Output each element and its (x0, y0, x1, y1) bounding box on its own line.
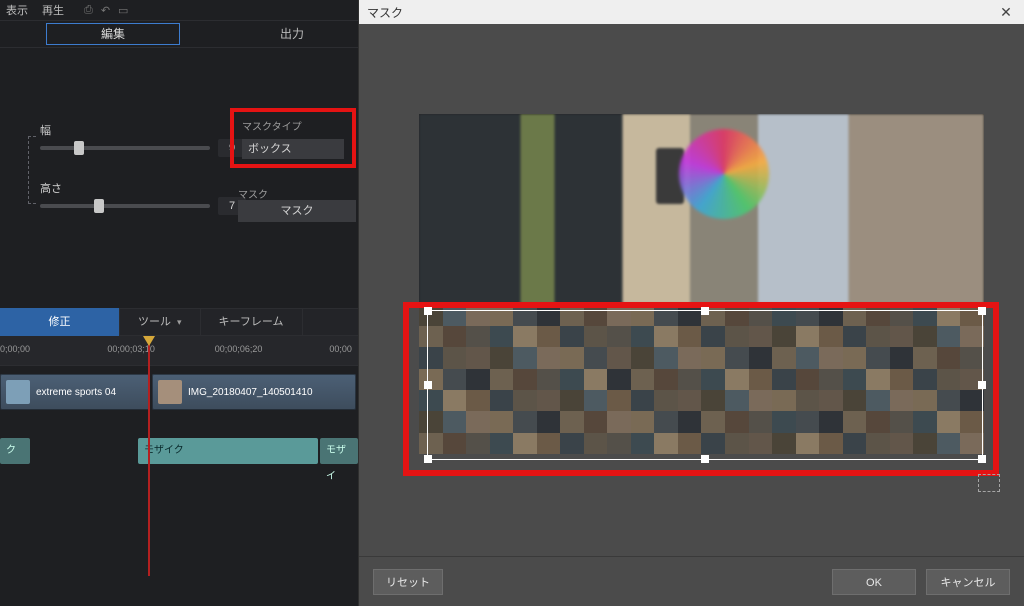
ruler-tick: 00;00;06;20 (215, 344, 263, 354)
dialog-footer: リセット OK キャンセル (359, 556, 1024, 606)
clip-video-1[interactable]: extreme sports 04 (0, 374, 150, 410)
tab-output[interactable]: 出力 (226, 20, 358, 48)
crop-icon[interactable] (978, 474, 1000, 492)
handle-bottom-mid[interactable] (701, 455, 709, 463)
clip-label: IMG_20180407_140501410 (188, 387, 313, 398)
slider-width-label: 幅 (40, 122, 210, 138)
slider-width: 幅 9 (40, 122, 210, 150)
chevron-down-icon: ▾ (177, 308, 182, 336)
ok-button[interactable]: OK (832, 569, 916, 595)
handle-top-left[interactable] (424, 307, 432, 315)
mask-type-highlight: マスクタイプ ボックス (230, 108, 356, 168)
dialog-title: マスク (367, 4, 403, 21)
cancel-button[interactable]: キャンセル (926, 569, 1010, 595)
handle-bottom-right[interactable] (978, 455, 986, 463)
keyframe-button[interactable]: キーフレーム (201, 308, 303, 336)
handle-mid-left[interactable] (424, 381, 432, 389)
mid-toolbar: 修正 ツール ▾ キーフレーム (0, 308, 358, 336)
timeline-tracks: extreme sports 04 IMG_20180407_140501410… (0, 366, 358, 586)
save-icon[interactable]: ⎙ (84, 4, 93, 17)
mask-type-dropdown[interactable]: ボックス (242, 139, 344, 159)
fx-clip-mosaic[interactable]: モザイク (138, 438, 318, 464)
top-menu-bar: 表示 再生 ⎙ ↶ ▭ (0, 0, 358, 20)
tab-edit[interactable]: 編集 (46, 23, 180, 45)
slider-height: 高さ 7 (40, 180, 210, 208)
clip-label: extreme sports 04 (36, 387, 116, 398)
dialog-body (359, 24, 1024, 556)
slider-width-track[interactable]: 9 (40, 146, 210, 150)
close-icon[interactable]: ✕ (996, 4, 1016, 21)
link-bracket-icon (28, 136, 36, 204)
ruler-tick: 00;00 (329, 344, 352, 354)
fx-track: ク モザイク モザイ (0, 438, 358, 466)
fx-clip[interactable]: モザイ (320, 438, 358, 464)
handle-top-right[interactable] (978, 307, 986, 315)
menu-play[interactable]: 再生 (42, 2, 64, 18)
main-tab-row: 編集 出力 (0, 20, 358, 48)
fix-button[interactable]: 修正 (0, 308, 120, 336)
top-mini-icons: ⎙ ↶ ▭ (84, 4, 128, 17)
ruler-tick: 0;00;00 (0, 344, 30, 354)
tool-dropdown[interactable]: ツール ▾ (120, 308, 201, 336)
mask-button[interactable]: マスク (238, 200, 356, 222)
timeline-ruler[interactable]: 0;00;00 00;00;03;10 00;00;06;20 00;00 (0, 336, 358, 366)
playhead[interactable] (148, 336, 150, 576)
handle-mid-right[interactable] (978, 381, 986, 389)
clip-thumbnail (6, 380, 30, 404)
slider-height-label: 高さ (40, 180, 210, 196)
mask-type-label: マスクタイプ (242, 118, 344, 133)
fx-clip[interactable]: ク (0, 438, 30, 464)
handle-top-mid[interactable] (701, 307, 709, 315)
mask-selection-rect[interactable] (427, 310, 983, 460)
mask-dialog: マスク ✕ (358, 0, 1024, 606)
undo-icon[interactable]: ↶ (101, 4, 110, 17)
slider-height-thumb[interactable] (94, 199, 104, 213)
dialog-titlebar[interactable]: マスク ✕ (359, 0, 1024, 24)
slider-width-thumb[interactable] (74, 141, 84, 155)
clip-video-2[interactable]: IMG_20180407_140501410 (152, 374, 356, 410)
handle-bottom-left[interactable] (424, 455, 432, 463)
mask-section-label: マスク (238, 186, 268, 201)
menu-display[interactable]: 表示 (6, 2, 28, 18)
tool-label: ツール (138, 308, 171, 336)
app-root: 表示 再生 ⎙ ↶ ▭ 編集 出力 幅 9 高さ 7 (0, 0, 1024, 606)
clip-thumbnail (158, 380, 182, 404)
aspect-icon[interactable]: ▭ (118, 4, 128, 17)
reset-button[interactable]: リセット (373, 569, 443, 595)
slider-height-track[interactable]: 7 (40, 204, 210, 208)
preview-upper-photo (419, 114, 984, 304)
